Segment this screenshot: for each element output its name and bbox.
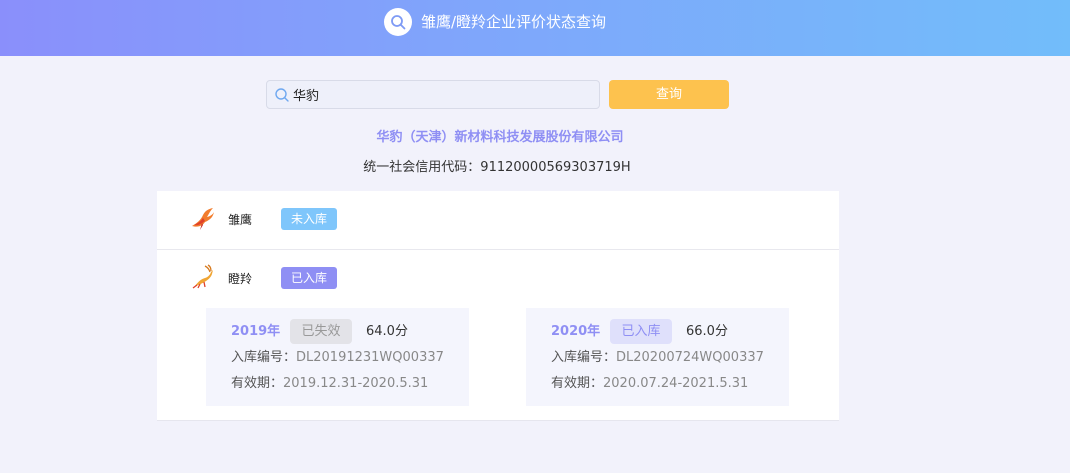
record-score: 64.0分 — [366, 324, 408, 339]
record-status-badge: 已失效 — [290, 319, 352, 344]
gazelle-icon — [192, 264, 213, 289]
page-title: 雏鹰/瞪羚企业评价状态查询 — [421, 13, 607, 31]
row-divider — [157, 249, 839, 250]
record-year: 2019年 — [231, 324, 281, 339]
record-number-label: 入库编号： — [231, 350, 297, 365]
search-box[interactable] — [266, 80, 600, 109]
search-icon — [384, 8, 412, 36]
eagle-icon — [192, 208, 214, 230]
record-validity-label: 有效期： — [551, 376, 604, 391]
record-score: 66.0分 — [686, 324, 728, 339]
page-header: 雏鹰/瞪羚企业评价状态查询 — [0, 0, 1070, 56]
record-year: 2020年 — [551, 324, 601, 339]
result-panel: 雏鹰 未入库 瞪羚 已入库 2019年 已失效 64.0分 入库编号：DL201… — [157, 191, 839, 421]
row-label: 瞪羚 — [228, 272, 253, 286]
search-icon — [275, 88, 289, 102]
status-badge: 已入库 — [281, 267, 337, 289]
record-validity-value: 2019.12.31-2020.5.31 — [283, 376, 429, 391]
record-validity-label: 有效期： — [231, 376, 284, 391]
search-input[interactable] — [293, 84, 593, 105]
record-card: 2019年 已失效 64.0分 入库编号：DL20191231WQ00337 有… — [206, 308, 469, 406]
record-number-value: DL20200724WQ00337 — [616, 350, 764, 365]
company-name: 华豹（天津）新材料科技发展股份有限公司 — [376, 130, 624, 145]
record-number-label: 入库编号： — [551, 350, 617, 365]
record-card: 2020年 已入库 66.0分 入库编号：DL20200724WQ00337 有… — [526, 308, 789, 406]
status-badge: 未入库 — [281, 208, 337, 230]
record-validity: 有效期：2019.12.31-2020.5.31 — [231, 375, 428, 392]
record-number: 入库编号：DL20200724WQ00337 — [551, 349, 764, 366]
record-status-badge: 已入库 — [610, 319, 672, 344]
row-label: 雏鹰 — [228, 213, 253, 227]
credit-code: 统一社会信用代码：91120000569303719H — [363, 160, 631, 175]
record-number: 入库编号：DL20191231WQ00337 — [231, 349, 444, 366]
record-validity: 有效期：2020.07.24-2021.5.31 — [551, 375, 748, 392]
record-validity-value: 2020.07.24-2021.5.31 — [603, 376, 749, 391]
query-button[interactable]: 查询 — [609, 80, 729, 109]
record-number-value: DL20191231WQ00337 — [296, 350, 444, 365]
